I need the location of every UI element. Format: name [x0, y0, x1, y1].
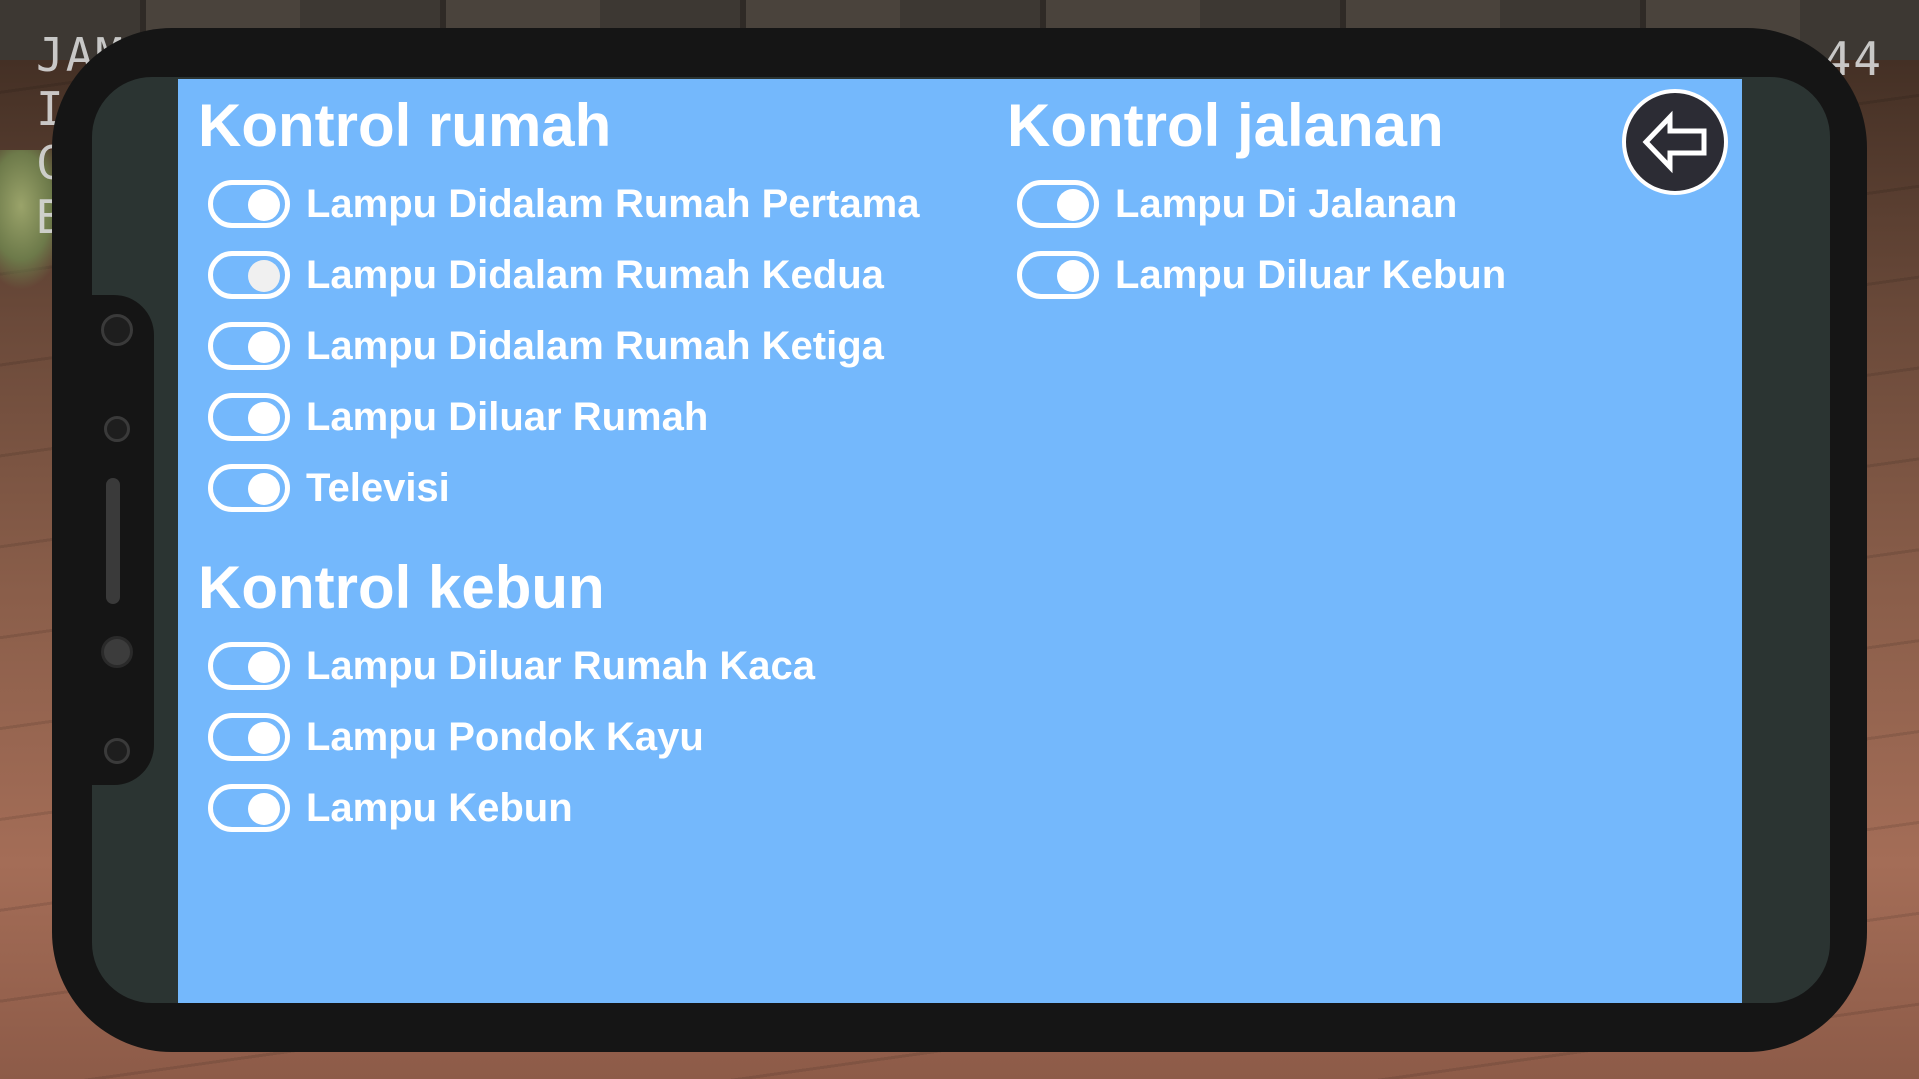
toggle-switch[interactable] [208, 180, 290, 228]
toggle-switch[interactable] [208, 784, 290, 832]
arrow-left-icon [1642, 110, 1707, 174]
earpiece-speaker [106, 478, 120, 604]
control-label: Televisi [306, 466, 450, 510]
control-label: Lampu Diluar Rumah Kaca [306, 644, 816, 688]
toggle-knob [248, 473, 280, 505]
control-item-lampu-jalanan[interactable]: Lampu Di Jalanan [1017, 175, 1457, 233]
control-item-lampu-diluar-rumah[interactable]: Lampu Diluar Rumah [208, 388, 708, 446]
section-title-jalanan: Kontrol jalanan [1007, 92, 1444, 159]
control-label: Lampu Di Jalanan [1115, 182, 1458, 226]
control-item-lampu-rumah-kedua[interactable]: Lampu Didalam Rumah Kedua [208, 246, 884, 304]
toggle-knob [248, 402, 280, 434]
toggle-switch[interactable] [208, 642, 290, 690]
control-item-lampu-rumah-ketiga[interactable]: Lampu Didalam Rumah Ketiga [208, 317, 884, 375]
back-button[interactable] [1622, 89, 1728, 195]
section-title-rumah: Kontrol rumah [198, 92, 612, 159]
toggle-knob [248, 189, 280, 221]
control-label: Lampu Didalam Rumah Kedua [306, 253, 884, 297]
section-title-kebun: Kontrol kebun [198, 554, 605, 621]
control-item-lampu-diluar-kebun[interactable]: Lampu Diluar Kebun [1017, 246, 1506, 304]
proximity-sensor-icon [104, 416, 130, 442]
control-item-televisi[interactable]: Televisi [208, 459, 450, 517]
toggle-knob [1057, 260, 1089, 292]
toggle-knob [248, 651, 280, 683]
toggle-knob [248, 793, 280, 825]
toggle-knob [1057, 189, 1089, 221]
toggle-knob [248, 722, 280, 754]
light-sensor-icon [101, 636, 133, 668]
toggle-switch[interactable] [208, 393, 290, 441]
control-label: Lampu Diluar Kebun [1115, 253, 1507, 297]
control-label: Lampu Diluar Rumah [306, 395, 709, 439]
toggle-knob [248, 260, 280, 292]
control-item-lampu-rumah-pertama[interactable]: Lampu Didalam Rumah Pertama [208, 175, 920, 233]
control-label: Lampu Kebun [306, 786, 573, 830]
toggle-switch[interactable] [208, 251, 290, 299]
phone-notch [52, 295, 154, 785]
toggle-switch[interactable] [1017, 251, 1099, 299]
toggle-switch[interactable] [208, 464, 290, 512]
control-label: Lampu Pondok Kayu [306, 715, 704, 759]
secondary-camera-icon [104, 738, 130, 764]
phone-screen: Kontrol rumah Lampu Didalam Rumah Pertam… [178, 79, 1742, 1003]
control-label: Lampu Didalam Rumah Ketiga [306, 324, 884, 368]
control-label: Lampu Didalam Rumah Pertama [306, 182, 920, 226]
toggle-switch[interactable] [208, 322, 290, 370]
control-item-lampu-rumah-kaca[interactable]: Lampu Diluar Rumah Kaca [208, 637, 815, 695]
toggle-knob [248, 331, 280, 363]
control-item-lampu-pondok-kayu[interactable]: Lampu Pondok Kayu [208, 708, 704, 766]
toggle-switch[interactable] [1017, 180, 1099, 228]
control-item-lampu-kebun[interactable]: Lampu Kebun [208, 779, 573, 837]
front-camera-icon [101, 314, 133, 346]
toggle-switch[interactable] [208, 713, 290, 761]
